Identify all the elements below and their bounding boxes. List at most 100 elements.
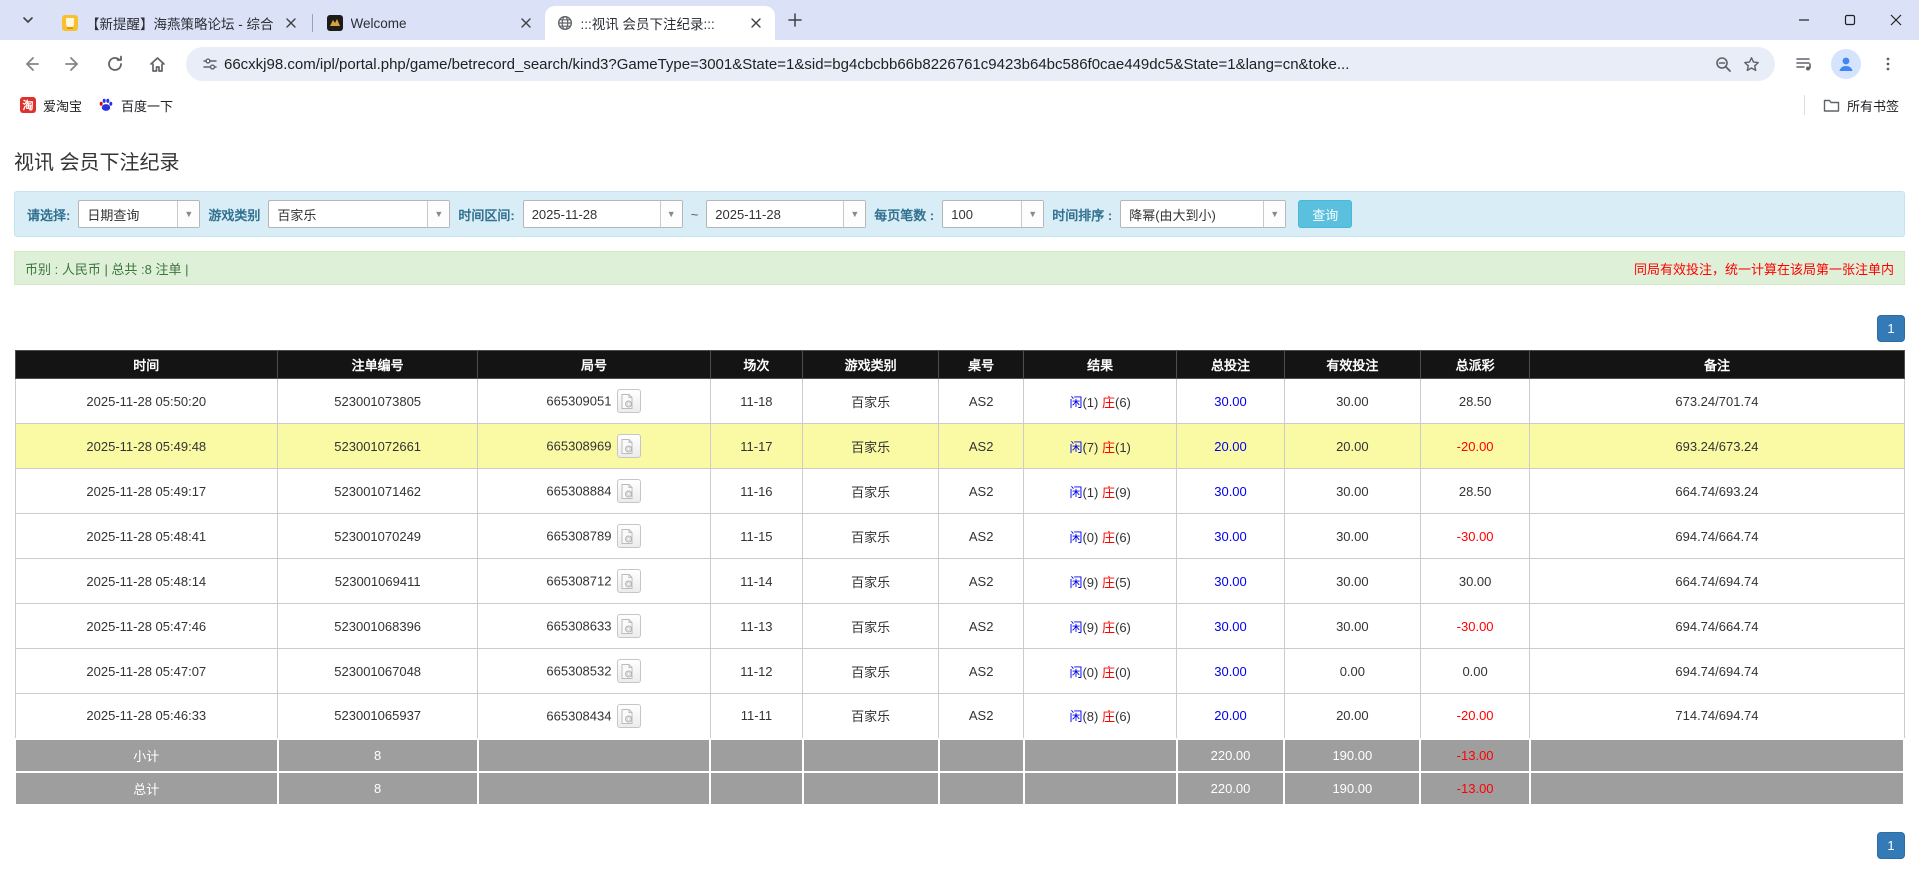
payout-cell: 0.00 [1419, 648, 1531, 694]
video-replay-icon[interactable] [617, 434, 642, 458]
valid-bet-cell: 20.00 [1283, 423, 1421, 469]
bet-row: 2025-11-28 05:47:46 523001068396 665308633… [14, 603, 1905, 649]
filter-bar: 请选择: 日期查询 ▼ 游戏类别 百家乐 ▼ 时间区间: 2025-11-28 … [14, 191, 1905, 237]
round-cell: 665308884 [477, 468, 711, 514]
summary-payout-cell: -13.00 [1419, 737, 1531, 773]
result-cell: 闲(8) 庄(6) [1023, 693, 1178, 739]
tab-close-icon[interactable] [747, 14, 765, 32]
bet-row: 2025-11-28 05:47:07 523001067048 665308532… [14, 648, 1905, 694]
query-type-select[interactable]: 日期查询 ▼ [78, 200, 201, 228]
total-bet-link[interactable]: 20.00 [1214, 439, 1247, 454]
result-cell: 闲(7) 庄(1) [1023, 423, 1178, 469]
summary-empty-game-cell [801, 737, 940, 773]
tab-close-icon[interactable] [282, 14, 300, 32]
game-type-cell: 百家乐 [802, 603, 940, 649]
tab-separator [311, 14, 313, 32]
total-bet-link[interactable]: 30.00 [1214, 394, 1247, 409]
window-minimize-icon[interactable] [1781, 0, 1827, 40]
total-bet-cell: 30.00 [1176, 648, 1285, 694]
query-type-value: 日期查询 [87, 207, 140, 223]
player-score: (9) [1082, 574, 1102, 590]
search-button[interactable]: 查询 [1298, 200, 1353, 228]
profile-avatar[interactable] [1829, 47, 1863, 81]
page-size-select[interactable]: 100 ▼ [942, 200, 1045, 228]
tab-bet-records[interactable]: :::视讯 会员下注纪录::: [544, 6, 775, 40]
time-cell: 2025-11-28 05:47:46 [14, 603, 279, 649]
total-bet-cell: 30.00 [1176, 378, 1285, 424]
table-no-cell: AS2 [938, 558, 1025, 604]
bookmark-taobao[interactable]: 淘 爱淘宝 [12, 92, 90, 119]
session-cell: 11-13 [709, 603, 804, 649]
summary-total-bet-cell: 220.00 [1175, 737, 1286, 773]
all-bookmarks-button[interactable]: 所有书签 [1815, 92, 1907, 119]
video-replay-icon[interactable] [617, 703, 642, 728]
total-row: 总计 8 220.00 190.00 -13.00 [14, 770, 1906, 806]
session-cell: 11-16 [709, 468, 804, 514]
back-icon[interactable] [14, 47, 48, 81]
url-bar[interactable]: 66cxkj98.com/ipl/portal.php/game/betreco… [186, 47, 1775, 81]
select-type-label: 请选择: [27, 207, 71, 223]
table-no-cell: AS2 [938, 693, 1025, 739]
payout-cell: 30.00 [1419, 558, 1531, 604]
media-playlist-icon[interactable] [1787, 47, 1821, 81]
round-cell: 665308712 [477, 558, 711, 604]
video-replay-icon[interactable] [617, 614, 642, 638]
bookmark-baidu[interactable]: 百度一下 [90, 92, 181, 119]
summary-empty-round-cell [476, 770, 712, 806]
video-replay-icon[interactable] [617, 524, 642, 548]
time-cell: 2025-11-28 05:48:41 [14, 513, 279, 559]
url-text[interactable]: 66cxkj98.com/ipl/portal.php/game/betreco… [224, 56, 1709, 73]
round-number: 665308532 [546, 663, 612, 679]
tab-search-chevron-icon[interactable] [14, 6, 42, 34]
forward-icon[interactable] [56, 47, 90, 81]
game-type-cell: 百家乐 [802, 513, 940, 559]
round-cell: 665308969 [477, 423, 711, 469]
zoom-icon[interactable] [1709, 50, 1737, 78]
pagination-page-button[interactable]: 1 [1877, 831, 1905, 859]
total-bet-link[interactable]: 30.00 [1214, 574, 1247, 589]
total-bet-link[interactable]: 20.00 [1214, 708, 1247, 723]
payout-cell: -20.00 [1419, 693, 1531, 739]
video-replay-icon[interactable] [617, 389, 642, 413]
tab-welcome[interactable]: Welcome [315, 6, 545, 40]
home-icon[interactable] [140, 47, 174, 81]
date-to-select[interactable]: 2025-11-28 ▼ [706, 200, 867, 228]
bet-id-cell: 523001067048 [277, 648, 479, 694]
video-replay-icon[interactable] [617, 659, 642, 683]
payout-cell: 28.50 [1419, 378, 1531, 424]
game-type-cell: 百家乐 [802, 468, 940, 514]
video-replay-icon[interactable] [617, 569, 642, 593]
round-number: 665308712 [546, 573, 612, 589]
summary-payout-cell: -13.00 [1419, 770, 1531, 806]
tab-close-icon[interactable] [517, 14, 535, 32]
new-tab-plus-icon[interactable] [781, 6, 809, 34]
player-label: 闲 [1069, 484, 1083, 500]
session-cell: 11-15 [709, 513, 804, 559]
total-bet-link[interactable]: 30.00 [1214, 484, 1247, 499]
window-close-icon[interactable] [1873, 0, 1919, 40]
reload-icon[interactable] [98, 47, 132, 81]
column-header: 备注 [1529, 350, 1905, 379]
tab-forum[interactable]: 【新提醒】海燕策略论坛 - 综合 [50, 6, 310, 40]
menu-three-dots-icon[interactable] [1871, 47, 1905, 81]
window-maximize-icon[interactable] [1827, 0, 1873, 40]
date-from-select[interactable]: 2025-11-28 ▼ [522, 200, 683, 228]
bookmark-star-icon[interactable] [1737, 50, 1765, 78]
site-settings-tune-icon[interactable] [196, 50, 224, 78]
round-number: 665308434 [546, 708, 612, 724]
sort-order-select[interactable]: 降幂(由大到小) ▼ [1120, 200, 1287, 228]
game-type-select[interactable]: 百家乐 ▼ [268, 200, 451, 228]
banker-label: 庄 [1101, 484, 1115, 500]
round-number: 665308633 [546, 618, 612, 634]
summary-empty-result-cell [1022, 737, 1178, 773]
total-bet-link[interactable]: 30.00 [1214, 619, 1247, 634]
column-header: 注单编号 [277, 350, 479, 379]
date-range-label: 时间区间: [458, 207, 515, 223]
total-bet-link[interactable]: 30.00 [1214, 664, 1247, 679]
video-replay-icon[interactable] [617, 479, 642, 503]
pagination-page-button[interactable]: 1 [1877, 315, 1905, 342]
total-bet-link[interactable]: 30.00 [1214, 529, 1247, 544]
remark-cell: 664.74/694.74 [1529, 558, 1905, 604]
browser-toolbar: 66cxkj98.com/ipl/portal.php/game/betreco… [0, 40, 1919, 88]
banker-score: (0) [1114, 664, 1131, 680]
